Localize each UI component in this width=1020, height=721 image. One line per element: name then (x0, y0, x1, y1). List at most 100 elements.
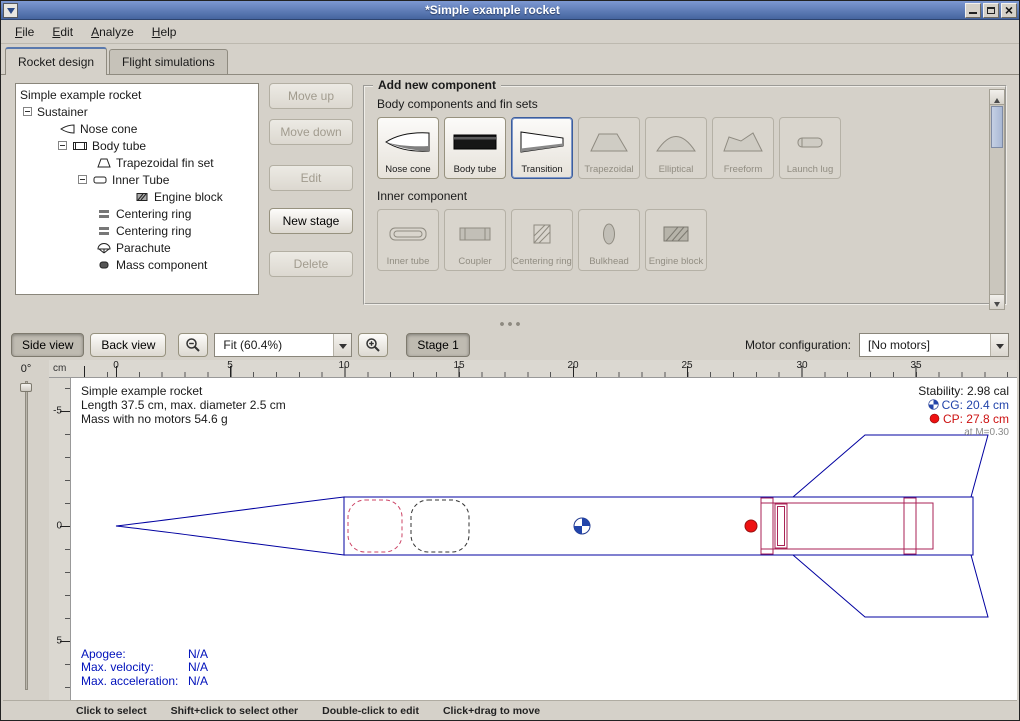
menu-analyze[interactable]: Analyze (83, 22, 142, 42)
add-elliptical-button[interactable]: Elliptical (645, 117, 707, 179)
add-panel-scrollbar[interactable] (989, 89, 1005, 310)
motor-configuration-label: Motor configuration: (745, 338, 851, 352)
chevron-down-icon (333, 334, 351, 356)
zoom-in-icon (365, 337, 381, 353)
add-nose-cone-button[interactable]: Nose cone (377, 117, 439, 179)
add-engine-block-button[interactable]: Engine block (645, 209, 707, 271)
component-button-label: Freeform (724, 165, 763, 175)
add-coupler-button[interactable]: Coupler (444, 209, 506, 271)
menubar: File Edit Analyze Help (1, 20, 1019, 44)
zoom-out-button[interactable] (178, 333, 208, 357)
collapse-toggle-icon[interactable] (58, 141, 67, 150)
tree-item-nose-cone[interactable]: Nose cone (16, 120, 258, 137)
rotation-slider[interactable] (19, 381, 33, 690)
delete-button[interactable]: Delete (269, 251, 353, 277)
ruler-tick-label: 30 (796, 360, 807, 371)
scroll-up-icon[interactable] (990, 90, 1004, 105)
centering-ring-icon (96, 208, 112, 220)
trapezoidal-fin-icon (585, 129, 633, 155)
add-body-tube-button[interactable]: Body tube (444, 117, 506, 179)
tab-flight-simulations[interactable]: Flight simulations (109, 49, 228, 75)
tree-item-body-tube[interactable]: Body tube (16, 137, 258, 154)
edit-button[interactable]: Edit (269, 165, 353, 191)
design-name: Simple example rocket (81, 384, 286, 398)
max-acceleration-label: Max. acceleration: (81, 675, 188, 689)
fin-upper-shape[interactable] (793, 435, 988, 497)
design-mass: Mass with no motors 54.6 g (81, 412, 286, 426)
tree-item-engine-block[interactable]: Engine block (16, 188, 258, 205)
slider-thumb[interactable] (20, 383, 32, 392)
motor-configuration-select[interactable]: [No motors] (859, 333, 1009, 357)
body-tube-shape[interactable] (344, 497, 973, 555)
body-tube-icon (72, 140, 88, 152)
back-view-button[interactable]: Back view (90, 333, 166, 357)
add-launch-lug-button[interactable]: Launch lug (779, 117, 841, 179)
stage-1-toggle[interactable]: Stage 1 (406, 333, 469, 357)
scroll-down-icon[interactable] (990, 294, 1004, 309)
maximize-button[interactable] (983, 3, 999, 18)
add-transition-button[interactable]: Transition (511, 117, 573, 179)
add-centering-ring-button[interactable]: Centering ring (511, 209, 573, 271)
close-button[interactable] (1001, 3, 1017, 18)
tree-item-sustainer[interactable]: Sustainer (16, 103, 258, 120)
stability-info: Stability: 2.98 cal CG: 20.4 cm CP: 27.8… (918, 384, 1009, 440)
collapse-toggle-icon[interactable] (23, 107, 32, 116)
tree-item-fin-set[interactable]: Trapezoidal fin set (16, 154, 258, 171)
bulkhead-icon (585, 221, 633, 247)
nose-cone-icon (384, 129, 432, 155)
nose-cone-shape[interactable] (116, 497, 344, 555)
add-freeform-button[interactable]: Freeform (712, 117, 774, 179)
tree-item-label: Centering ring (116, 207, 191, 221)
chevron-down-icon (990, 334, 1008, 356)
transition-icon (518, 129, 566, 155)
component-button-label: Engine block (649, 257, 703, 267)
tab-rocket-design[interactable]: Rocket design (5, 47, 107, 75)
design-upper-panel: Simple example rocket Sustainer Nose con… (1, 75, 1019, 318)
move-up-button[interactable]: Move up (269, 83, 353, 109)
inner-components-label: Inner component (377, 189, 995, 203)
component-button-label: Body tube (454, 165, 497, 175)
rocket-canvas[interactable]: Simple example rocket Length 37.5 cm, ma… (71, 378, 1017, 700)
split-pane-divider[interactable] (1, 318, 1019, 330)
tree-item-centering-ring-2[interactable]: Centering ring (16, 222, 258, 239)
body-tube-icon (451, 129, 499, 155)
zoom-in-button[interactable] (358, 333, 388, 357)
max-velocity-label: Max. velocity: (81, 661, 188, 675)
zoom-select[interactable]: Fit (60.4%) (214, 333, 352, 357)
tree-item-inner-tube[interactable]: Inner Tube (16, 171, 258, 188)
fin-lower-shape[interactable] (793, 555, 988, 617)
cg-legend-icon (928, 399, 939, 410)
slider-track (25, 381, 28, 690)
add-trapezoidal-button[interactable]: Trapezoidal (578, 117, 640, 179)
side-view-button[interactable]: Side view (11, 333, 84, 357)
apogee-value: N/A (188, 648, 208, 662)
ruler-tick-label: 20 (567, 360, 578, 371)
collapse-toggle-icon[interactable] (78, 175, 87, 184)
tree-item-rocket[interactable]: Simple example rocket (16, 86, 258, 103)
component-button-label: Elliptical (659, 165, 694, 175)
scrollbar-thumb[interactable] (991, 106, 1003, 148)
tree-item-parachute[interactable]: Parachute (16, 239, 258, 256)
hint-click-select: Click to select (76, 705, 147, 717)
mass-component-icon (96, 259, 112, 271)
window-menu-icon[interactable] (3, 3, 18, 18)
menu-edit[interactable]: Edit (44, 22, 81, 42)
minimize-button[interactable] (965, 3, 981, 18)
ruler-tick-label: -5 (53, 406, 62, 417)
tree-item-centering-ring-1[interactable]: Centering ring (16, 205, 258, 222)
component-tree[interactable]: Simple example rocket Sustainer Nose con… (15, 83, 259, 295)
rotation-column: 0° (3, 360, 49, 700)
menu-help[interactable]: Help (144, 22, 185, 42)
fin-set-icon (96, 157, 112, 169)
tree-item-label: Simple example rocket (20, 88, 141, 102)
design-dimensions: Length 37.5 cm, max. diameter 2.5 cm (81, 398, 286, 412)
move-down-button[interactable]: Move down (269, 119, 353, 145)
component-button-label: Centering ring (512, 257, 572, 267)
max-acceleration-value: N/A (188, 675, 208, 689)
menu-file[interactable]: File (7, 22, 42, 42)
tree-item-mass-component[interactable]: Mass component (16, 256, 258, 273)
new-stage-button[interactable]: New stage (269, 208, 353, 234)
ruler-tick-label: 5 (56, 636, 62, 647)
add-inner-tube-button[interactable]: Inner tube (377, 209, 439, 271)
add-bulkhead-button[interactable]: Bulkhead (578, 209, 640, 271)
